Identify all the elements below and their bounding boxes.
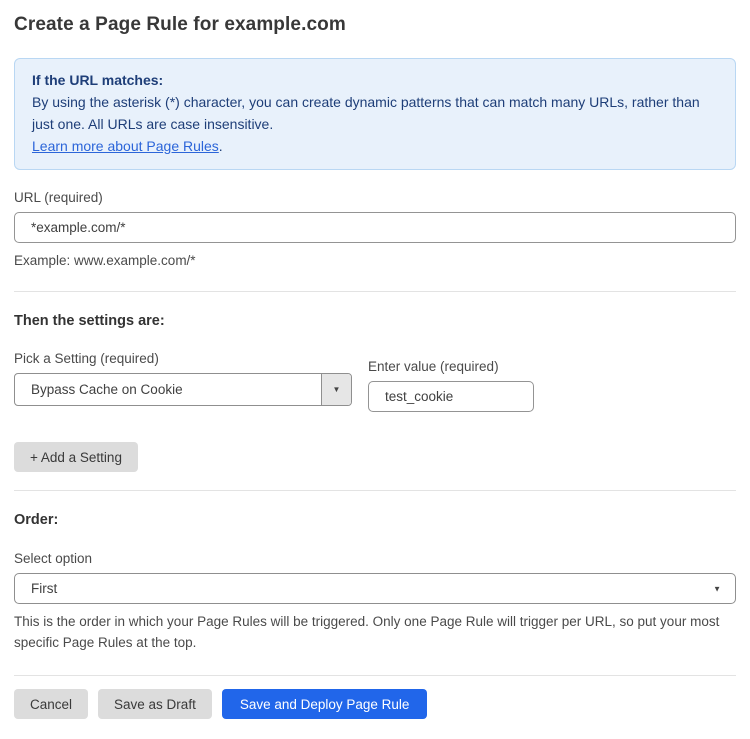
- divider: [14, 291, 736, 292]
- divider: [14, 675, 736, 676]
- url-input[interactable]: [14, 212, 736, 243]
- add-setting-button[interactable]: + Add a Setting: [14, 442, 138, 472]
- save-as-draft-button[interactable]: Save as Draft: [98, 689, 212, 719]
- settings-row: Pick a Setting (required) Bypass Cache o…: [14, 329, 736, 412]
- info-box-heading: If the URL matches:: [32, 69, 718, 91]
- setting-value-input[interactable]: [368, 381, 534, 412]
- url-example-text: Example: www.example.com/*: [14, 250, 736, 271]
- learn-more-link[interactable]: Learn more about Page Rules: [32, 138, 219, 154]
- page-title: Create a Page Rule for example.com: [14, 14, 736, 36]
- order-select[interactable]: First ▼: [14, 573, 736, 604]
- info-box-link-line: Learn more about Page Rules.: [32, 135, 718, 157]
- select-option-label: Select option: [14, 551, 736, 566]
- enter-value-label: Enter value (required): [368, 359, 534, 374]
- divider: [14, 490, 736, 491]
- url-label: URL (required): [14, 190, 736, 205]
- pick-setting-label: Pick a Setting (required): [14, 351, 352, 366]
- url-match-info-box: If the URL matches: By using the asteris…: [14, 58, 736, 170]
- order-heading: Order:: [14, 512, 736, 528]
- value-column: Enter value (required): [368, 337, 534, 412]
- footer-buttons: Cancel Save as Draft Save and Deploy Pag…: [14, 689, 736, 719]
- cancel-button[interactable]: Cancel: [14, 689, 88, 719]
- pick-setting-value: Bypass Cache on Cookie: [15, 374, 321, 405]
- info-box-body: By using the asterisk (*) character, you…: [32, 91, 718, 135]
- save-and-deploy-button[interactable]: Save and Deploy Page Rule: [222, 689, 428, 719]
- create-page-rule-form: Create a Page Rule for example.com If th…: [0, 0, 750, 739]
- link-suffix: .: [219, 138, 223, 154]
- chevron-down-icon: ▼: [713, 584, 721, 593]
- order-help-text: This is the order in which your Page Rul…: [14, 611, 736, 653]
- order-select-value: First: [31, 581, 57, 596]
- settings-heading: Then the settings are:: [14, 313, 736, 329]
- chevron-down-icon: ▼: [333, 385, 341, 394]
- dropdown-arrow-button[interactable]: ▼: [321, 374, 351, 405]
- setting-column: Pick a Setting (required) Bypass Cache o…: [14, 329, 352, 406]
- pick-setting-dropdown[interactable]: Bypass Cache on Cookie ▼: [14, 373, 352, 406]
